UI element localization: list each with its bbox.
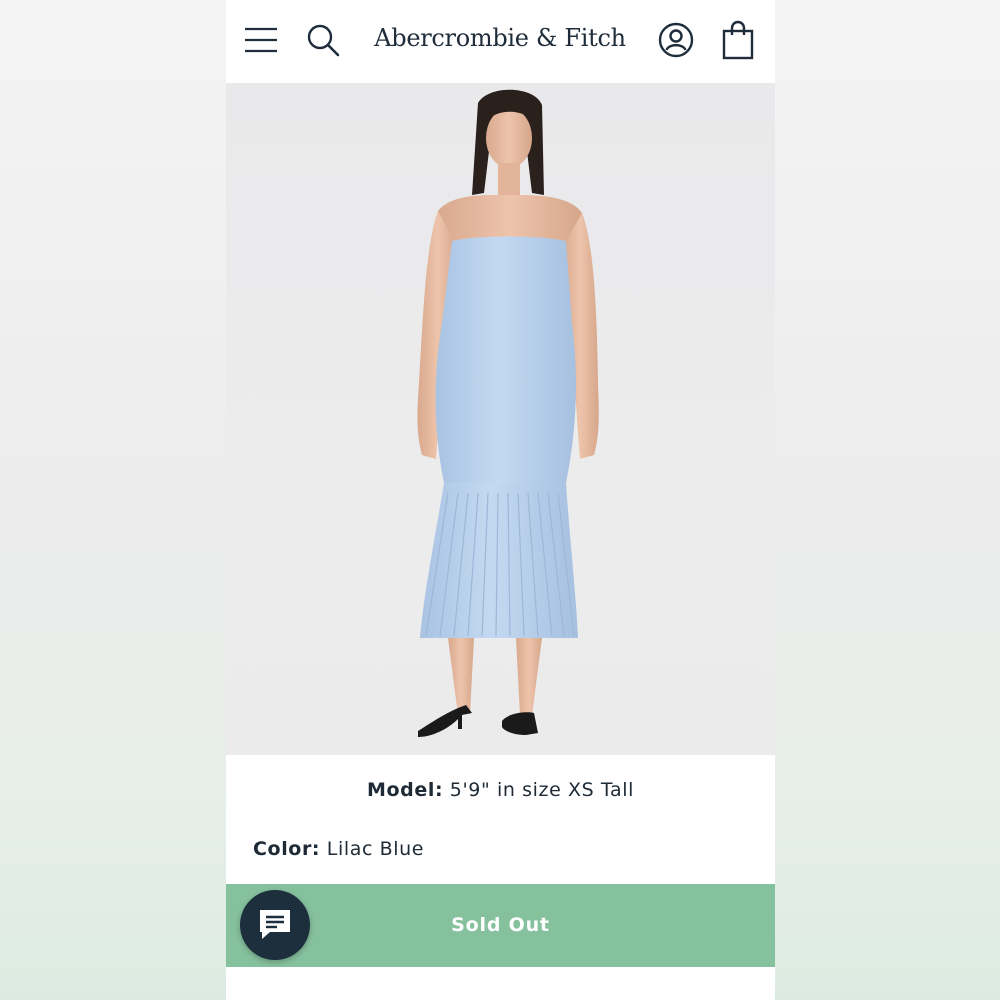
color-label: Color: — [253, 838, 321, 860]
chat-icon — [260, 910, 290, 939]
brand-logo[interactable]: Abercrombie & Fitch — [356, 24, 644, 52]
chat-button[interactable] — [240, 890, 310, 960]
right-backdrop — [775, 0, 1000, 1000]
model-label: Model: — [366, 779, 444, 801]
account-icon[interactable] — [658, 22, 694, 58]
shopping-bag-icon[interactable] — [722, 20, 754, 60]
dress-model-illustration — [417, 89, 599, 737]
left-backdrop — [0, 0, 226, 1000]
model-value: 5'9" in size XS Tall — [449, 779, 634, 801]
model-info: Model: 5'9" in size XS Tall — [226, 779, 775, 801]
search-icon[interactable] — [306, 23, 340, 57]
mobile-page: Abercrombie & Fitch Model: 5'9" in size … — [226, 0, 775, 1000]
hamburger-menu-icon[interactable] — [244, 27, 278, 53]
site-header: Abercrombie & Fitch — [226, 0, 775, 83]
color-info: Color: Lilac Blue — [253, 838, 424, 860]
color-value: Lilac Blue — [326, 838, 425, 860]
product-image[interactable] — [226, 83, 775, 755]
